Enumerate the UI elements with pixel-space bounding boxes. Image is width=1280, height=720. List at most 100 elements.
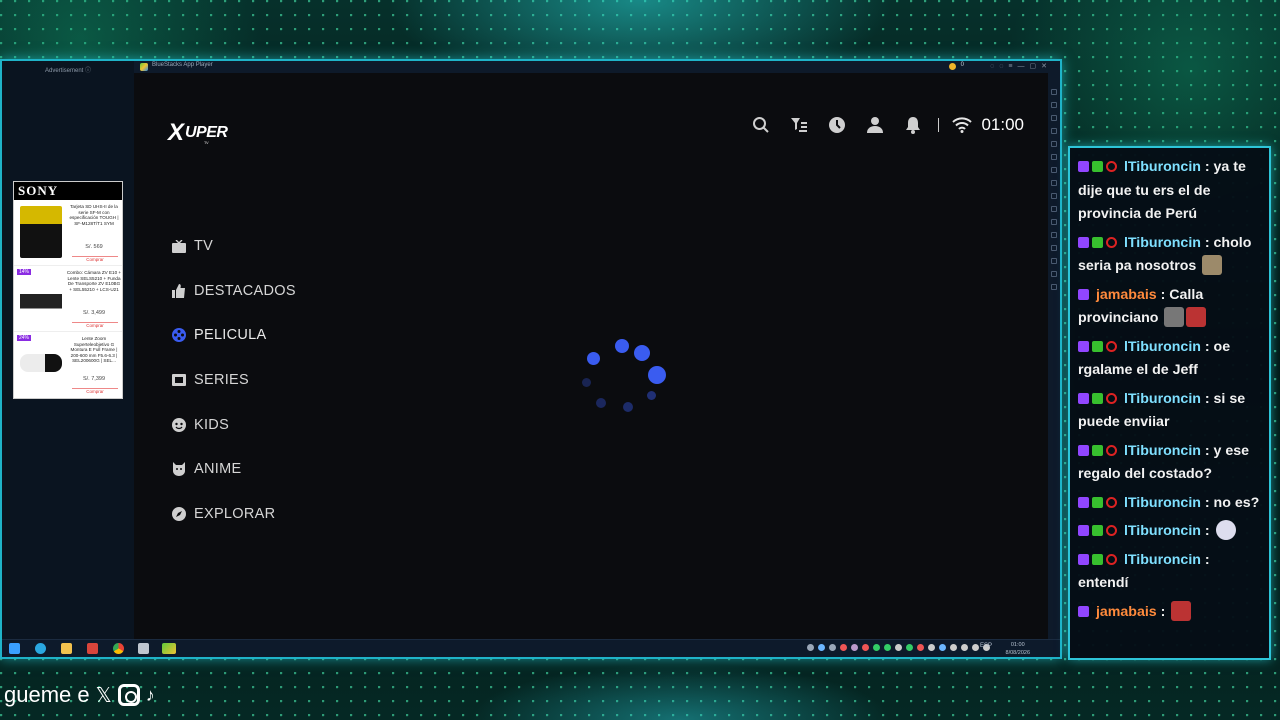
- chat-username[interactable]: lTiburoncin: [1124, 443, 1201, 459]
- macro-icon[interactable]: [1051, 193, 1057, 199]
- nav-item-series[interactable]: SERIES: [172, 358, 296, 403]
- chat-message: lTiburoncin : no es?: [1078, 492, 1263, 516]
- bluestacks-taskbar-icon[interactable]: [162, 643, 176, 654]
- coin-icon[interactable]: [949, 63, 956, 70]
- emote-icon: [1215, 520, 1236, 540]
- start-button[interactable]: [9, 643, 20, 654]
- ad-item-price: S/. 7,399: [82, 376, 106, 382]
- tray-icon[interactable]: [818, 644, 825, 651]
- ad-item-price: S/. 3,499: [82, 310, 106, 316]
- twitch-badge-icon: [1078, 496, 1089, 508]
- nav-item-anime[interactable]: ANIME: [172, 447, 296, 492]
- ad-buy-button[interactable]: Comprar: [72, 256, 118, 262]
- app-icon[interactable]: [138, 643, 149, 654]
- nav-item-explorar[interactable]: EXPLORAR: [172, 492, 296, 537]
- eco-mode-icon[interactable]: [1051, 232, 1057, 238]
- bell-icon[interactable]: [894, 113, 932, 137]
- history-icon[interactable]: [818, 113, 856, 137]
- chat-username[interactable]: jamabais: [1096, 604, 1157, 620]
- ad-item[interactable]: 24% Lente Zoom Superteleobjetivo G Montu…: [14, 332, 122, 398]
- kids-icon: [172, 417, 192, 433]
- gamepad-icon[interactable]: [1051, 128, 1057, 134]
- nav-item-destacados[interactable]: DESTACADOS: [172, 269, 296, 314]
- twitch-badge-icon: [1078, 392, 1089, 404]
- tray-icon[interactable]: [917, 644, 924, 651]
- ad-buy-button[interactable]: Comprar: [72, 322, 118, 328]
- verified-badge-icon: [1092, 496, 1103, 508]
- chat-username[interactable]: lTiburoncin: [1124, 391, 1201, 407]
- filter-icon[interactable]: [780, 113, 818, 137]
- taskbar-clock[interactable]: 01:00 8/08/2026: [1006, 641, 1030, 657]
- nav-item-pelicula[interactable]: PELICULA: [172, 313, 296, 358]
- profile-icon[interactable]: [856, 113, 894, 137]
- chat-tray-icon[interactable]: [972, 644, 979, 651]
- xuper-logo[interactable]: X UPER TV: [168, 119, 230, 147]
- tray-icon[interactable]: [895, 644, 902, 651]
- screenshot-icon[interactable]: [1051, 141, 1057, 147]
- calendar-app-icon[interactable]: [87, 643, 98, 654]
- verified-badge-icon: [1092, 236, 1103, 248]
- ad-item[interactable]: 14% Combo: Cámara ZV E10 + Lente SELS521…: [14, 266, 122, 332]
- folder-icon[interactable]: [1051, 180, 1057, 186]
- ad-buy-button[interactable]: Comprar: [72, 388, 118, 394]
- tray-icon[interactable]: [884, 644, 891, 651]
- shake-icon[interactable]: [1051, 258, 1057, 264]
- record-icon[interactable]: [1051, 154, 1057, 160]
- taskbar-time: 01:00: [1010, 642, 1025, 648]
- window-controls[interactable]: ◌◌≡—▢✕: [990, 62, 1052, 70]
- sony-ad[interactable]: SONY Tarjeta SD UHS-II de la serie SF-M …: [13, 181, 123, 399]
- verified-badge-icon: [1092, 161, 1103, 172]
- tray-icon[interactable]: [873, 644, 880, 651]
- telegram-icon[interactable]: [35, 643, 46, 654]
- apk-icon[interactable]: [1051, 167, 1057, 173]
- more-icon[interactable]: [1051, 284, 1057, 290]
- social-strip: gueme e 𝕏 ♪: [4, 681, 155, 709]
- verified-badge-icon: [1092, 444, 1103, 456]
- tray-icon[interactable]: [807, 644, 814, 651]
- tray-icon[interactable]: [939, 644, 946, 651]
- chat-username[interactable]: lTiburoncin: [1124, 552, 1201, 568]
- nav-item-kids[interactable]: KIDS: [172, 402, 296, 447]
- tray-icon[interactable]: [906, 644, 913, 651]
- chat-message: jamabais :: [1078, 600, 1263, 625]
- explore-icon: [172, 506, 192, 522]
- language-indicator[interactable]: ESP: [980, 643, 992, 649]
- search-icon[interactable]: [742, 113, 780, 137]
- toolbar-divider: [938, 118, 940, 132]
- taskbar-date: 8/08/2026: [1005, 650, 1030, 656]
- sync-icon[interactable]: [1051, 219, 1057, 225]
- chat-username[interactable]: lTiburoncin: [1124, 235, 1201, 251]
- nav-label: PELICULA: [194, 327, 267, 344]
- chat-username[interactable]: lTiburoncin: [1124, 523, 1201, 539]
- chat-message: lTiburoncin :: [1078, 520, 1263, 544]
- chrome-icon[interactable]: [113, 643, 124, 654]
- fullscreen-icon[interactable]: [1051, 89, 1057, 95]
- rotate-icon[interactable]: [1051, 245, 1057, 251]
- logo-x: X: [168, 119, 184, 146]
- tray-icon[interactable]: [851, 644, 858, 651]
- tray-icon[interactable]: [840, 644, 847, 651]
- tray-icon[interactable]: [829, 644, 836, 651]
- verified-badge-icon: [1092, 525, 1103, 536]
- chat-message: lTiburoncin : y ese regalo del costado?: [1078, 442, 1250, 482]
- ad-item[interactable]: Tarjeta SD UHS-II de la serie SF-M con e…: [14, 200, 122, 266]
- tray-icon[interactable]: [928, 644, 935, 651]
- emote-icon: [1202, 255, 1223, 275]
- chat-username[interactable]: lTiburoncin: [1124, 495, 1201, 511]
- tray-icon[interactable]: [950, 644, 957, 651]
- chat-username[interactable]: lTiburoncin: [1124, 339, 1201, 355]
- multi-instance-icon[interactable]: [1051, 206, 1057, 212]
- ad-item-price: S/. 569: [85, 244, 103, 250]
- discount-badge: 24%: [17, 335, 32, 341]
- chat-username[interactable]: lTiburoncin: [1124, 159, 1201, 175]
- volume-tray-icon[interactable]: [961, 644, 968, 651]
- tray-icon[interactable]: [862, 644, 869, 651]
- volume-icon[interactable]: [1051, 102, 1057, 108]
- location-icon[interactable]: [1051, 271, 1057, 277]
- nav-item-tv[interactable]: TV: [172, 224, 296, 269]
- chat-username[interactable]: jamabais: [1096, 287, 1157, 303]
- series-icon: [172, 372, 192, 388]
- file-explorer-icon[interactable]: [61, 643, 72, 654]
- keyboard-icon[interactable]: [1051, 115, 1057, 121]
- windows-taskbar: ESP 01:00 8/08/2026: [2, 639, 1060, 657]
